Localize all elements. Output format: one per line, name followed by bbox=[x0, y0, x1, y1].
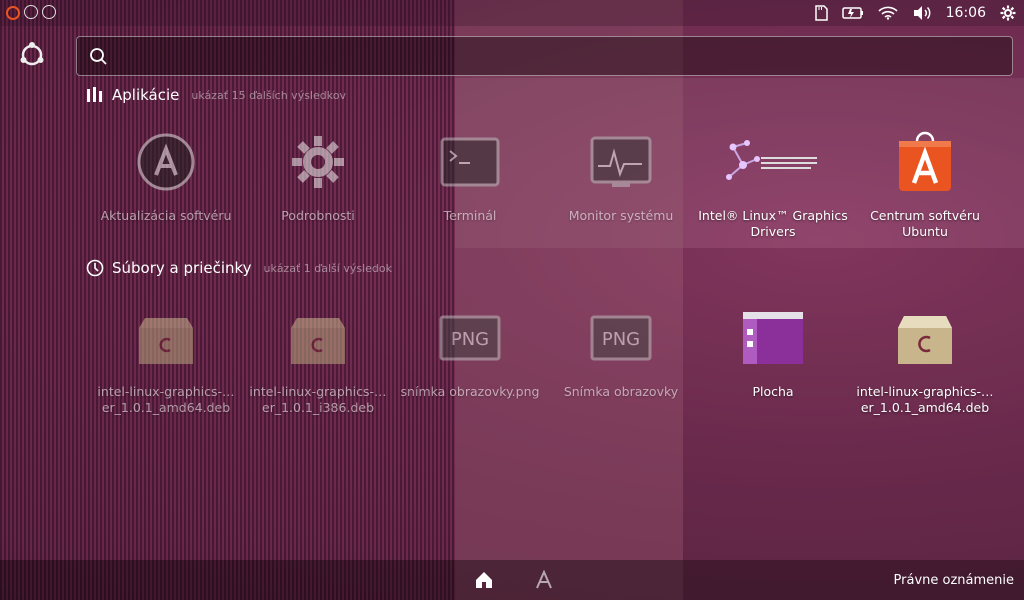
deb-package-icon bbox=[893, 306, 957, 370]
deb-package-icon bbox=[286, 306, 350, 370]
app-tile[interactable]: Monitor systému bbox=[545, 130, 697, 224]
window-controls bbox=[24, 5, 56, 19]
app-tile[interactable]: Terminál bbox=[394, 130, 546, 224]
file-label: intel-linux-graphics-…er_1.0.1_i386.deb bbox=[249, 384, 387, 415]
indicator-area: 16:06 bbox=[814, 0, 1024, 26]
ubuntu-logo-icon[interactable] bbox=[6, 6, 20, 20]
legal-notice-link[interactable]: Právne oznámenie bbox=[894, 573, 1014, 588]
app-label: Intel® Linux™ Graphics Drivers bbox=[698, 208, 848, 239]
applications-lens-icon[interactable] bbox=[532, 568, 556, 592]
category-header-apps[interactable]: Aplikácie ukázať 15 ďalších výsledkov bbox=[86, 86, 346, 104]
home-lens-icon[interactable] bbox=[472, 568, 496, 592]
wifi-icon[interactable] bbox=[878, 0, 898, 26]
system-settings-icon bbox=[286, 130, 350, 194]
app-label: Terminál bbox=[443, 208, 497, 223]
recent-files-icon bbox=[86, 259, 104, 277]
app-label: Aktualizácia softvéru bbox=[100, 208, 232, 223]
sd-card-icon[interactable] bbox=[814, 0, 828, 26]
category-title: Súbory a priečinky bbox=[112, 259, 252, 277]
png-image-icon: PNG bbox=[438, 306, 502, 370]
svg-text:PNG: PNG bbox=[602, 329, 640, 350]
software-center-icon bbox=[893, 130, 957, 194]
dash-home-button[interactable] bbox=[10, 34, 54, 76]
file-tile[interactable]: PNG snímka obrazovky.png bbox=[394, 306, 546, 400]
applications-icon bbox=[87, 87, 102, 102]
file-label: intel-linux-graphics-…er_1.0.1_amd64.deb bbox=[97, 384, 235, 415]
file-label: intel-linux-graphics-…er_1.0.1_amd64.deb bbox=[856, 384, 994, 415]
system-monitor-icon bbox=[589, 130, 653, 194]
file-label: snímka obrazovky.png bbox=[400, 384, 540, 399]
png-image-icon: PNG bbox=[589, 306, 653, 370]
terminal-icon bbox=[438, 130, 502, 194]
top-panel: 16:06 bbox=[0, 0, 1024, 26]
app-label: Monitor systému bbox=[568, 208, 674, 223]
gear-icon[interactable] bbox=[1000, 0, 1016, 26]
battery-icon[interactable] bbox=[841, 0, 864, 26]
lens-bar bbox=[0, 560, 1024, 600]
category-title: Aplikácie bbox=[112, 86, 180, 104]
file-tile[interactable]: intel-linux-graphics-…er_1.0.1_amd64.deb bbox=[849, 306, 1001, 416]
app-tile[interactable]: Podrobnosti bbox=[242, 130, 394, 224]
file-tile[interactable]: Plocha bbox=[697, 306, 849, 400]
show-more-results[interactable]: ukázať 15 ďalších výsledkov bbox=[191, 89, 346, 102]
file-tile[interactable]: intel-linux-graphics-…er_1.0.1_i386.deb bbox=[242, 306, 394, 416]
close-window-icon[interactable] bbox=[24, 5, 38, 19]
file-tile[interactable]: intel-linux-graphics-…er_1.0.1_amd64.deb bbox=[90, 306, 242, 416]
app-tile[interactable]: Aktualizácia softvéru bbox=[90, 130, 242, 224]
desktop-folder-icon bbox=[741, 306, 805, 370]
show-more-results[interactable]: ukázať 1 ďalší výsledok bbox=[264, 262, 392, 275]
volume-icon[interactable] bbox=[912, 0, 932, 26]
app-tile[interactable]: Intel® Linux™ Graphics Drivers bbox=[697, 130, 849, 240]
app-tile[interactable]: Centrum softvéru Ubuntu bbox=[849, 130, 1001, 240]
file-label: Plocha bbox=[752, 384, 794, 399]
ubuntu-logo-icon bbox=[20, 42, 44, 66]
minimize-window-icon[interactable] bbox=[42, 5, 56, 19]
search-box[interactable] bbox=[76, 36, 1013, 77]
search-icon bbox=[90, 48, 107, 65]
app-label: Centrum softvéru Ubuntu bbox=[870, 208, 980, 239]
svg-text:PNG: PNG bbox=[451, 329, 489, 350]
file-tile[interactable]: PNG Snímka obrazovky bbox=[545, 306, 697, 400]
intel-otc-icon bbox=[726, 130, 817, 194]
software-updater-icon bbox=[134, 130, 198, 194]
file-label: Snímka obrazovky bbox=[563, 384, 679, 399]
search-input[interactable] bbox=[117, 37, 1001, 77]
deb-package-icon bbox=[134, 306, 198, 370]
clock[interactable]: 16:06 bbox=[946, 0, 986, 26]
category-header-files[interactable]: Súbory a priečinky ukázať 1 ďalší výsled… bbox=[86, 259, 392, 277]
app-label: Podrobnosti bbox=[281, 208, 355, 223]
